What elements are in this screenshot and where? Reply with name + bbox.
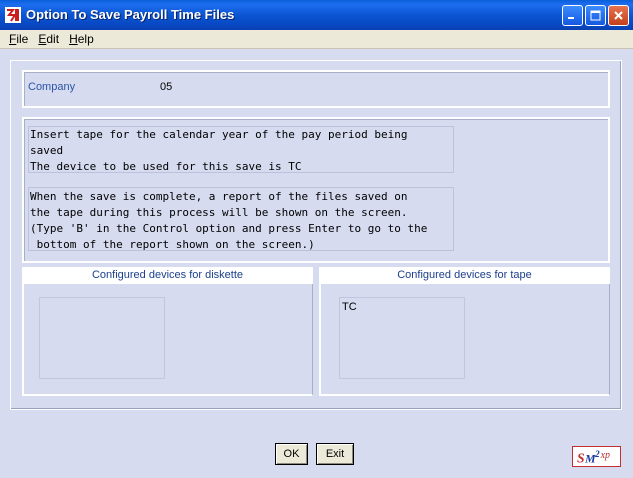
minimize-icon	[568, 17, 574, 19]
company-label: Company	[28, 81, 76, 93]
company-panel	[22, 70, 610, 108]
svg-text:xp: xp	[600, 450, 610, 461]
title-bar[interactable]: Option To Save Payroll Time Files	[0, 0, 633, 30]
close-icon	[614, 11, 623, 20]
window-title: Option To Save Payroll Time Files	[26, 7, 235, 22]
maximize-icon	[590, 10, 601, 21]
menu-edit-rest: dit	[46, 32, 60, 46]
app-icon[interactable]	[5, 7, 21, 23]
close-button[interactable]	[608, 5, 629, 26]
complete-message-text: When the save is complete, a report of t…	[30, 190, 428, 251]
tape-devices-list[interactable]	[339, 297, 465, 379]
sm2xp-logo: S M 2 xp	[572, 446, 621, 467]
diskette-devices-header: Configured devices for diskette	[22, 267, 313, 284]
ok-button[interactable]: OK	[275, 443, 308, 465]
exit-button[interactable]: Exit	[316, 443, 354, 465]
tape-device-item[interactable]: TC	[342, 301, 357, 313]
menu-help[interactable]: Help	[64, 32, 99, 46]
maximize-button[interactable]	[585, 5, 606, 26]
menu-help-accel: H	[69, 32, 78, 46]
svg-text:S: S	[577, 450, 585, 465]
menu-bar: File Edit Help	[0, 30, 633, 49]
menu-file-rest: ile	[16, 32, 29, 46]
menu-edit[interactable]: Edit	[33, 32, 64, 46]
company-value: 05	[160, 81, 173, 93]
svg-text:2: 2	[594, 449, 600, 459]
menu-file[interactable]: File	[4, 32, 33, 46]
minimize-button[interactable]	[562, 5, 583, 26]
insert-message-text: Insert tape for the calendar year of the…	[30, 128, 408, 173]
tape-devices-header: Configured devices for tape	[319, 267, 610, 284]
diskette-devices-list[interactable]	[39, 297, 165, 379]
menu-help-rest: elp	[77, 32, 94, 46]
